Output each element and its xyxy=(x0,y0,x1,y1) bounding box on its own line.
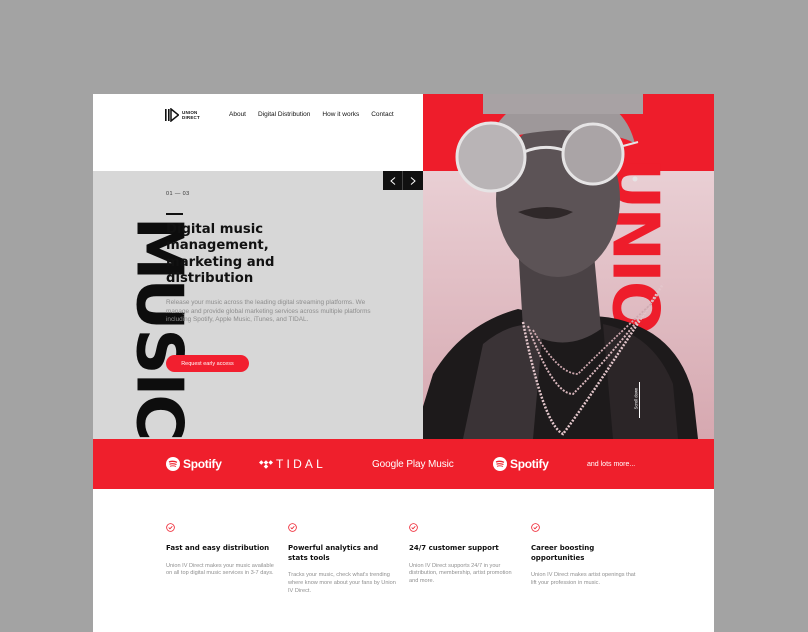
spotify-icon xyxy=(166,457,180,471)
header: UNION DIRECT About Digital Distribution … xyxy=(93,94,423,171)
logo-line-2: DIRECT xyxy=(182,115,200,120)
partner-spotify-1-name: Spotify xyxy=(183,457,222,471)
nav-about[interactable]: About xyxy=(229,111,246,118)
artist-photo xyxy=(423,94,698,439)
prev-slide-button[interactable] xyxy=(383,171,403,190)
hero-title: Digital music management, marketing and … xyxy=(166,222,275,287)
chevron-right-icon xyxy=(410,176,416,185)
feature-analytics: Powerful analytics and stats tools Track… xyxy=(288,519,396,595)
request-access-button[interactable]: Request early access xyxy=(166,355,249,372)
scroll-down-label[interactable]: Scroll down xyxy=(633,388,638,410)
slider-controls xyxy=(383,171,423,190)
feature-support: 24/7 customer support Union IV Direct su… xyxy=(409,519,517,586)
check-circle-icon xyxy=(409,523,418,532)
scroll-indicator-line xyxy=(639,382,640,418)
landing-page: UNION DIRECT About Digital Distribution … xyxy=(93,94,714,632)
partner-google-play-name: Google Play Music xyxy=(372,458,454,470)
feature-title: Fast and easy distribution xyxy=(166,544,270,552)
play-bars-logo-icon xyxy=(165,108,179,122)
logo[interactable]: UNION DIRECT xyxy=(165,108,200,122)
hero-description: Release your music across the leading di… xyxy=(166,299,371,324)
partner-spotify-2[interactable]: Spotify xyxy=(493,457,549,471)
partner-tidal-name: TIDAL xyxy=(276,457,327,471)
check-circle-icon xyxy=(288,523,297,532)
feature-description: Union IV Direct makes your music availab… xyxy=(166,562,274,577)
feature-title: Powerful analytics and stats tools xyxy=(288,544,379,562)
hero-text-panel: MUSIC 01 — 03 Digital music management, … xyxy=(93,171,423,439)
check-circle-icon xyxy=(531,523,540,532)
nav-contact[interactable]: Contact xyxy=(371,111,393,118)
feature-description: Union IV Direct makes artist openings th… xyxy=(531,572,636,586)
nav-digital-distribution[interactable]: Digital Distribution xyxy=(258,111,310,118)
nav-how-it-works[interactable]: How it works xyxy=(322,111,359,118)
title-dash xyxy=(166,213,183,215)
partner-logos-band: Spotify TIDAL Google Play Music Spotify … xyxy=(93,439,714,489)
partner-spotify-1[interactable]: Spotify xyxy=(166,457,222,471)
partner-tidal[interactable]: TIDAL xyxy=(259,457,326,471)
next-slide-button[interactable] xyxy=(403,171,423,190)
spotify-icon xyxy=(493,457,507,471)
feature-distribution: Fast and easy distribution Union IV Dire… xyxy=(166,519,274,578)
tidal-icon xyxy=(259,459,273,469)
partner-google-play[interactable]: Google Play Music xyxy=(372,459,454,470)
check-circle-icon xyxy=(166,523,175,532)
feature-description: Tracks your music, check what's trending… xyxy=(288,572,396,594)
feature-title: Career boosting opportunities xyxy=(531,544,595,562)
slide-counter: 01 — 03 xyxy=(166,191,190,197)
chevron-left-icon xyxy=(389,176,395,185)
main-nav: About Digital Distribution How it works … xyxy=(229,111,394,118)
feature-career: Career boosting opportunities Union IV D… xyxy=(531,519,639,588)
partners-more-link[interactable]: and lots more... xyxy=(587,461,635,468)
hero-image-panel: UNION Scroll down xyxy=(423,94,714,439)
partner-spotify-2-name: Spotify xyxy=(510,457,549,471)
features-section: Fast and easy distribution Union IV Dire… xyxy=(93,489,714,632)
feature-title: 24/7 customer support xyxy=(409,544,499,552)
logo-text: UNION DIRECT xyxy=(182,110,200,120)
feature-description: Union IV Direct supports 24/7 in your di… xyxy=(409,562,512,585)
